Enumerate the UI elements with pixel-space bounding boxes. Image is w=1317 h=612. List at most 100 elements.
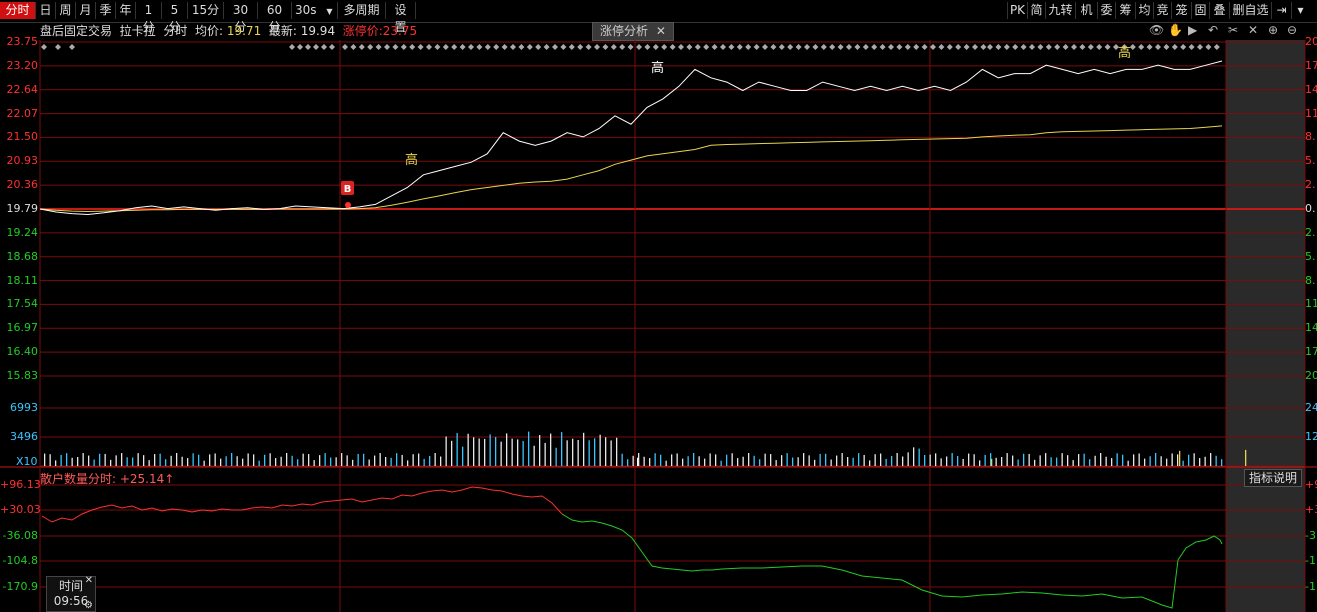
buy-marker: B xyxy=(341,181,354,208)
volume-bar xyxy=(660,454,662,466)
volume-bar xyxy=(324,453,326,466)
volume-bar xyxy=(539,435,541,466)
volume-bar xyxy=(1039,455,1041,466)
dot-marker xyxy=(862,44,869,50)
volume-bar xyxy=(797,457,799,466)
dot-marker xyxy=(594,44,600,50)
price-tick: 19.79 xyxy=(6,202,39,215)
volume-bar xyxy=(698,456,700,466)
chart-canvas[interactable]: B 高 高 高 xyxy=(0,0,1317,612)
volume-bar xyxy=(1072,460,1074,466)
dot-marker xyxy=(1062,44,1069,50)
volume-bar xyxy=(786,453,788,466)
price-tick: 22.07 xyxy=(6,106,39,120)
volume-bar xyxy=(1012,455,1014,466)
indicator-tick: -36.08 xyxy=(2,529,38,542)
volume-bar xyxy=(231,453,233,466)
volume-bar xyxy=(176,453,178,466)
volume-bar xyxy=(60,454,62,466)
price-tick: 15.83 xyxy=(6,369,39,382)
volume-bar xyxy=(968,453,970,466)
volume-bar xyxy=(1083,453,1085,466)
volume-bar xyxy=(1166,458,1168,466)
dot-marker xyxy=(745,44,752,50)
volume-bar xyxy=(858,453,860,466)
volume-tick-right: 12 xyxy=(1305,430,1317,443)
volume-bar xyxy=(396,453,398,466)
indicator-help-button[interactable]: 指标说明 xyxy=(1244,469,1302,487)
price-tick: 18.68 xyxy=(6,249,39,263)
volume-bar xyxy=(1215,455,1217,466)
volume-bar xyxy=(247,453,249,466)
volume-bar xyxy=(66,453,68,466)
volume-bar xyxy=(781,455,783,466)
volume-bar xyxy=(869,460,871,466)
volume-bar xyxy=(891,456,893,466)
volume-bar xyxy=(253,454,255,466)
volume-bar xyxy=(753,455,755,466)
volume-bar xyxy=(616,437,618,466)
volume-bar xyxy=(451,440,453,466)
volume-bar xyxy=(495,437,497,466)
volume-bar xyxy=(264,454,266,466)
volume-bar xyxy=(984,454,986,466)
dot-marker xyxy=(627,44,634,50)
volume-bar xyxy=(946,456,948,466)
volume-bar xyxy=(385,457,387,466)
dot-marker xyxy=(854,44,861,50)
dot-marker xyxy=(980,44,987,50)
dot-marker xyxy=(426,44,432,50)
dot-marker xyxy=(678,44,684,50)
dot-marker xyxy=(904,44,911,50)
volume-bar xyxy=(621,453,623,466)
dot-marker xyxy=(946,44,953,50)
dot-marker xyxy=(459,44,466,50)
volume-bar xyxy=(555,447,557,466)
indicator-tick-right: +3 xyxy=(1305,503,1317,516)
volume-bar xyxy=(187,458,189,466)
dot-marker xyxy=(321,44,327,50)
volume-bar xyxy=(236,456,238,466)
dot-marker xyxy=(434,44,441,50)
volume-bar xyxy=(605,437,607,466)
dot-marker xyxy=(636,44,642,50)
dot-marker xyxy=(728,44,735,50)
volume-bar xyxy=(1127,460,1129,466)
volume-bar xyxy=(363,453,365,466)
volume-bar xyxy=(357,453,359,466)
percent-tick: 8. xyxy=(1305,273,1316,287)
volume-bar xyxy=(165,459,167,466)
volume-bar xyxy=(1221,459,1223,466)
volume-bar xyxy=(445,436,447,466)
volume-bar xyxy=(506,433,508,466)
dot-marker xyxy=(711,44,718,50)
dot-marker xyxy=(602,44,609,50)
volume-bar xyxy=(1171,453,1173,466)
volume-bar xyxy=(1105,456,1107,466)
volume-bar xyxy=(973,454,975,466)
volume-bar xyxy=(649,458,651,466)
dot-marker xyxy=(1163,44,1170,50)
dot-marker xyxy=(804,44,810,50)
percent-tick: 2. xyxy=(1305,225,1316,239)
percent-tick: 20 xyxy=(1305,35,1317,48)
gear-icon[interactable]: ⚙ xyxy=(84,600,93,611)
dot-marker xyxy=(560,44,567,50)
dot-marker xyxy=(484,44,491,50)
volume-bar xyxy=(148,460,150,466)
volume-bar xyxy=(528,431,530,466)
dot-marker xyxy=(510,44,516,50)
dot-marker xyxy=(392,44,399,50)
dot-marker xyxy=(778,44,785,50)
indicator-tick-right: -1 xyxy=(1305,580,1316,593)
dot-marker xyxy=(1045,44,1052,50)
dot-marker xyxy=(543,44,550,50)
volume-bar xyxy=(687,456,689,466)
volume-bar xyxy=(935,453,937,466)
close-icon[interactable]: ✕ xyxy=(85,575,93,586)
volume-bar xyxy=(110,459,112,466)
volume-bar xyxy=(352,459,354,466)
dot-marker xyxy=(1188,44,1195,50)
volume-bar xyxy=(1017,459,1019,466)
volume-bar xyxy=(907,452,909,466)
